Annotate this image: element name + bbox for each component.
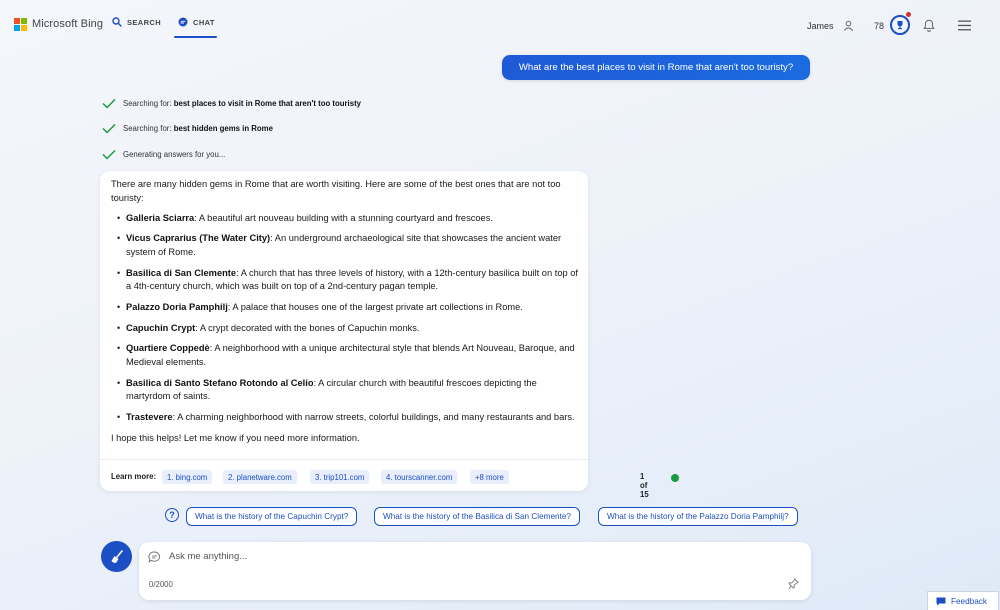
source-link[interactable]: 2. planetware.com — [223, 470, 297, 484]
status-query: best places to visit in Rome that aren't… — [173, 99, 361, 108]
status-line: Searching for: best hidden gems in Rome — [102, 123, 273, 134]
user-message-bubble: What are the best places to visit in Rom… — [502, 55, 810, 80]
list-item: Galleria Sciarra: A beautiful art nouvea… — [117, 212, 581, 226]
list-item: Palazzo Doria Pamphilj: A palace that ho… — [117, 301, 581, 315]
status-prefix: Searching for: — [123, 99, 174, 108]
more-sources-link[interactable]: +8 more — [470, 470, 509, 484]
checkmark-icon — [102, 98, 116, 109]
logo-text: Microsoft Bing — [32, 18, 104, 30]
place-name: Quartiere Coppedè — [126, 343, 210, 354]
chat-bubble-icon — [148, 551, 161, 563]
chat-input[interactable] — [169, 548, 769, 564]
checkmark-icon — [102, 123, 116, 134]
rewards-trophy-icon[interactable] — [890, 15, 910, 35]
source-link[interactable]: 4. tourscanner.com — [381, 470, 458, 484]
place-name: Basilica di Santo Stefano Rotondo al Cel… — [126, 377, 314, 388]
place-name: Trastevere — [126, 411, 173, 422]
feedback-button[interactable]: Feedback — [927, 591, 999, 610]
microsoft-logo-icon — [14, 18, 27, 31]
place-description: : A palace that houses one of the larges… — [227, 301, 523, 312]
answer-intro: There are many hidden gems in Rome that … — [111, 179, 561, 203]
list-item: Quartiere Coppedè: A neighborhood with a… — [117, 342, 581, 370]
list-item: Trastevere: A charming neighborhood with… — [117, 411, 581, 425]
user-icon[interactable] — [843, 20, 854, 31]
top-bar: Microsoft Bing SEARCH CHAT James 78 — [0, 0, 1000, 46]
new-topic-button[interactable] — [101, 541, 132, 572]
list-item: Basilica di Santo Stefano Rotondo al Cel… — [117, 377, 581, 405]
bell-icon[interactable] — [923, 19, 935, 32]
user-name[interactable]: James — [807, 21, 834, 31]
place-name: Basilica di San Clemente — [126, 267, 237, 278]
chat-input-box[interactable]: 0/2000 — [139, 542, 811, 600]
tab-search[interactable]: SEARCH — [112, 17, 161, 27]
answer-outro: I hope this helps! Let me know if you ne… — [111, 432, 360, 443]
suggestion-chip[interactable]: What is the history of the Capuchin Cryp… — [186, 507, 358, 526]
tab-chat[interactable]: CHAT — [178, 17, 215, 27]
place-description: : A beautiful art nouveau building with … — [194, 212, 493, 223]
answer-list: Galleria Sciarra: A beautiful art nouvea… — [111, 212, 581, 425]
status-prefix: Generating answers for you... — [123, 150, 226, 159]
place-name: Capuchin Crypt — [126, 322, 196, 333]
broom-icon — [111, 549, 123, 563]
place-name: Galleria Sciarra — [126, 212, 195, 223]
status-prefix: Searching for: — [123, 124, 174, 133]
search-icon — [112, 17, 122, 27]
tab-chat-label: CHAT — [193, 17, 215, 27]
place-description: : A crypt decorated with the bones of Ca… — [195, 322, 420, 333]
divider — [100, 459, 588, 460]
trophy-icon — [897, 21, 903, 30]
response-page-count: 1 of 15 — [640, 472, 649, 499]
pin-icon[interactable] — [788, 578, 799, 590]
hamburger-menu-icon[interactable] — [958, 20, 971, 31]
status-dot-icon — [671, 474, 679, 482]
question-mark-icon[interactable]: ? — [165, 508, 179, 522]
feedback-label: Feedback — [951, 596, 987, 606]
chat-icon — [178, 17, 188, 27]
notification-dot — [906, 12, 911, 17]
source-link[interactable]: 3. trip101.com — [310, 470, 370, 484]
checkmark-icon — [102, 149, 116, 160]
list-item: Basilica di San Clemente: A church that … — [117, 267, 581, 295]
active-tab-indicator — [174, 36, 217, 38]
status-line: Searching for: best places to visit in R… — [102, 98, 361, 109]
place-description: : A charming neighborhood with narrow st… — [172, 411, 575, 422]
status-query: best hidden gems in Rome — [173, 124, 273, 133]
bot-answer-card: There are many hidden gems in Rome that … — [100, 171, 679, 499]
rewards-points[interactable]: 78 — [874, 21, 884, 31]
answer-body: There are many hidden gems in Rome that … — [111, 178, 581, 445]
tab-search-label: SEARCH — [127, 17, 162, 27]
suggestion-chip[interactable]: What is the history of the Palazzo Doria… — [598, 507, 798, 526]
status-line: Generating answers for you... — [102, 149, 225, 160]
place-name: Palazzo Doria Pamphilj — [126, 301, 228, 312]
feedback-icon — [936, 597, 946, 605]
place-name: Vicus Caprarius (The Water City) — [126, 233, 271, 244]
list-item: Vicus Caprarius (The Water City): An und… — [117, 232, 581, 260]
source-link[interactable]: 1. bing.com — [162, 470, 213, 484]
learn-more-label: Learn more: — [111, 472, 157, 481]
bing-logo[interactable]: Microsoft Bing — [14, 18, 104, 31]
list-item: Capuchin Crypt: A crypt decorated with t… — [117, 322, 581, 336]
suggestion-chip[interactable]: What is the history of the Basilica di S… — [374, 507, 580, 526]
character-count: 0/2000 — [149, 580, 173, 589]
